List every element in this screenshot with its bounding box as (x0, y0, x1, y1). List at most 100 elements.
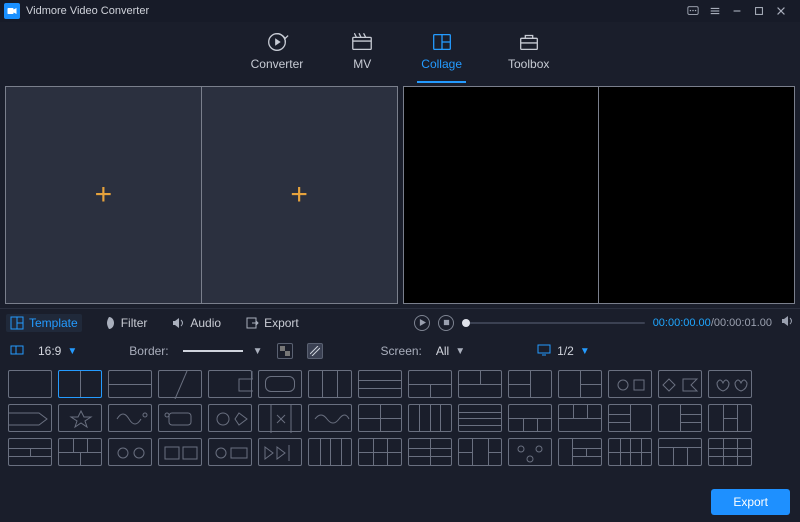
template-item[interactable] (508, 404, 552, 432)
border-color-picker[interactable] (277, 343, 293, 359)
add-media-slot-1[interactable]: + (6, 87, 202, 303)
template-item[interactable] (58, 404, 102, 432)
nav-mv[interactable]: MV (349, 31, 375, 75)
aspect-ratio-select[interactable]: 16:9 ▼ (38, 344, 77, 358)
aspect-ratio-icon[interactable] (10, 343, 24, 360)
template-item[interactable] (8, 370, 52, 398)
template-item[interactable] (608, 370, 652, 398)
seek-handle[interactable] (462, 319, 470, 327)
nav-label: Collage (421, 57, 462, 71)
template-item[interactable] (658, 438, 702, 466)
aspect-ratio-value: 16:9 (38, 344, 61, 358)
stop-button[interactable] (438, 315, 454, 331)
page-indicator: 1/2 (557, 344, 574, 358)
export-button[interactable]: Export (711, 489, 790, 515)
template-item[interactable] (308, 438, 352, 466)
chevron-down-icon: ▼ (253, 346, 263, 357)
template-item[interactable] (258, 370, 302, 398)
preview-panel (403, 86, 796, 304)
template-item[interactable] (8, 438, 52, 466)
screen-select[interactable]: All ▼ (436, 344, 465, 358)
template-item[interactable] (158, 438, 202, 466)
template-item[interactable] (308, 370, 352, 398)
tab-audio[interactable]: Audio (167, 314, 225, 332)
template-item[interactable] (608, 438, 652, 466)
mv-icon (349, 31, 375, 53)
nav-collage[interactable]: Collage (421, 31, 462, 75)
subtab-label: Export (264, 316, 299, 330)
plus-icon: + (95, 178, 113, 212)
template-item[interactable] (608, 404, 652, 432)
time-current: 00:00:00.00 (653, 317, 711, 329)
toolbox-icon (516, 31, 542, 53)
template-item[interactable] (208, 404, 252, 432)
template-item[interactable] (208, 438, 252, 466)
nav-label: MV (353, 57, 371, 71)
play-button[interactable] (414, 315, 430, 331)
template-item[interactable] (158, 370, 202, 398)
nav-label: Converter (251, 57, 304, 71)
sub-row: Template Filter Audio Export 00:00:00.00… (0, 308, 800, 336)
template-item[interactable] (208, 370, 252, 398)
feedback-icon[interactable] (682, 2, 704, 20)
nav-converter[interactable]: Converter (251, 31, 304, 75)
template-item[interactable] (358, 438, 402, 466)
chevron-down-icon: ▼ (67, 346, 77, 357)
tab-filter[interactable]: Filter (98, 314, 152, 332)
template-item[interactable] (408, 438, 452, 466)
template-item[interactable] (658, 370, 702, 398)
template-item[interactable] (108, 404, 152, 432)
template-grid (0, 366, 800, 468)
template-item[interactable] (708, 370, 752, 398)
app-logo (4, 3, 20, 19)
footer: Export (711, 489, 790, 515)
template-item[interactable] (58, 438, 102, 466)
template-item[interactable] (508, 438, 552, 466)
preview-slot-1 (404, 87, 600, 303)
template-item[interactable] (708, 404, 752, 432)
add-media-slot-2[interactable]: + (202, 87, 397, 303)
main-panels: + + (0, 84, 800, 304)
border-line-preview (183, 350, 243, 352)
chevron-down-icon[interactable]: ▼ (580, 346, 590, 357)
template-item[interactable] (258, 404, 302, 432)
minimize-button[interactable] (726, 2, 748, 20)
border-style-select[interactable]: ▼ (183, 346, 263, 357)
export-icon (245, 316, 259, 330)
template-item[interactable] (108, 438, 152, 466)
tab-template[interactable]: Template (6, 314, 82, 332)
template-item[interactable] (258, 438, 302, 466)
volume-icon[interactable] (780, 314, 794, 331)
template-item[interactable] (558, 404, 602, 432)
menu-icon[interactable] (704, 2, 726, 20)
template-item[interactable] (158, 404, 202, 432)
maximize-button[interactable] (748, 2, 770, 20)
template-item[interactable] (58, 370, 102, 398)
template-item[interactable] (508, 370, 552, 398)
subtab-label: Template (29, 316, 78, 330)
template-item[interactable] (408, 370, 452, 398)
template-item[interactable] (458, 438, 502, 466)
timecode: 00:00:00.00/00:00:01.00 (653, 317, 772, 329)
template-item[interactable] (358, 404, 402, 432)
close-button[interactable] (770, 2, 792, 20)
border-pattern-toggle[interactable] (307, 343, 323, 359)
template-item[interactable] (458, 370, 502, 398)
template-item[interactable] (308, 404, 352, 432)
template-item[interactable] (358, 370, 402, 398)
template-item[interactable] (458, 404, 502, 432)
monitor-icon (537, 344, 551, 359)
template-item[interactable] (108, 370, 152, 398)
subtab-label: Audio (190, 316, 221, 330)
template-item[interactable] (408, 404, 452, 432)
preview-slot-2 (599, 87, 794, 303)
nav-toolbox[interactable]: Toolbox (508, 31, 549, 75)
seek-track[interactable] (462, 322, 645, 324)
template-item[interactable] (558, 438, 602, 466)
tab-export[interactable]: Export (241, 314, 303, 332)
template-item[interactable] (658, 404, 702, 432)
template-item[interactable] (558, 370, 602, 398)
template-item[interactable] (708, 438, 752, 466)
time-total: 00:00:01.00 (714, 317, 772, 329)
template-item[interactable] (8, 404, 52, 432)
